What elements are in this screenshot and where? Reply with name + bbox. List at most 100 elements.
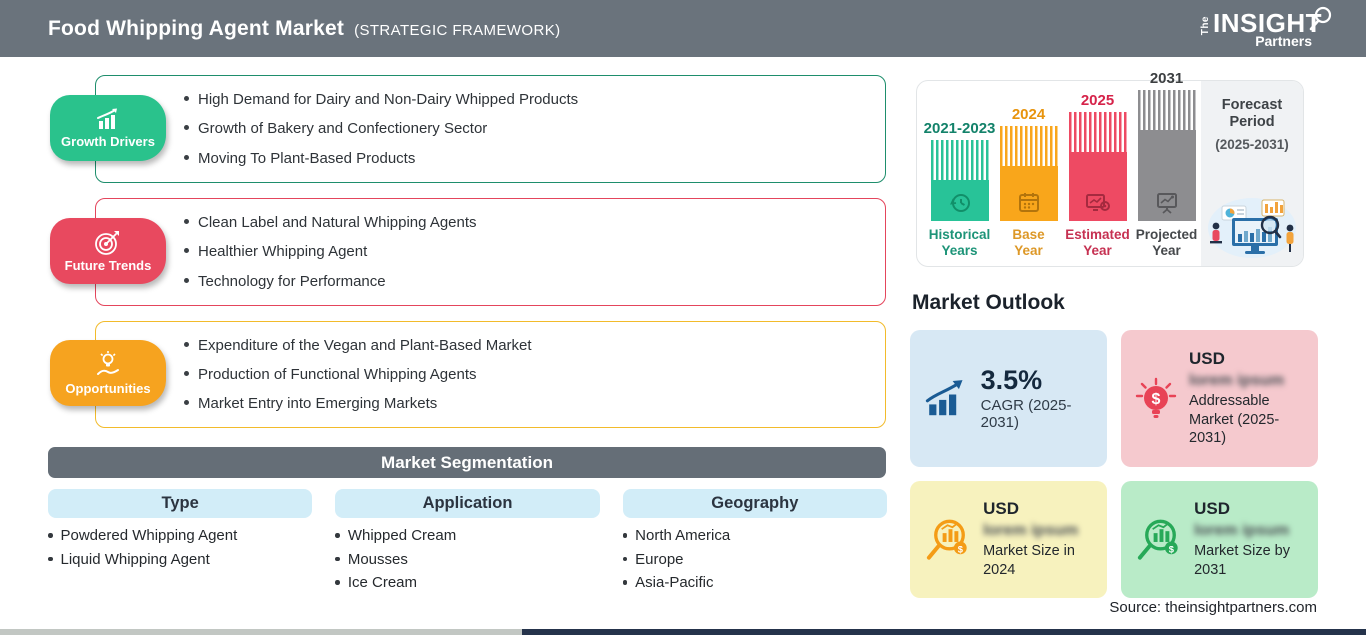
column-header: Geography <box>622 489 887 518</box>
caption-line1: Estimated <box>1065 227 1130 243</box>
bullet-text: Healthier Whipping Agent <box>198 243 368 261</box>
card-text: USD lorem ipsum Addressable Market (2025… <box>1189 349 1305 449</box>
list-item: Technology for Performance <box>184 273 885 290</box>
blurred-value: lorem ipsum <box>983 522 1079 540</box>
bar-body <box>1068 152 1127 222</box>
logo-main-text: INSIGHT Partners <box>1213 10 1322 48</box>
bar-striped-cap <box>1137 90 1196 131</box>
item-text: Asia-Pacific <box>635 574 714 591</box>
blurred-value: lorem ipsum <box>1189 371 1285 389</box>
bar-caption: Historical Years <box>929 227 991 259</box>
future-trends-badge: Future Trends <box>50 218 166 284</box>
svg-text:$: $ <box>1152 391 1161 408</box>
card-text: USD lorem ipsum Market Size by 2031 <box>1194 499 1308 580</box>
cagr-text: 3.5% CAGR (2025-2031) <box>980 365 1097 432</box>
segmentation-column-type: Type Powdered Whipping Agent Liquid Whip… <box>48 489 313 591</box>
logo-the-text: The <box>1200 15 1212 35</box>
bullet-dot <box>622 533 628 538</box>
cagr-label: CAGR (2025-2031) <box>980 397 1072 432</box>
bar-caption: Base Year <box>1012 227 1044 259</box>
market-segmentation-header: Market Segmentation <box>48 447 886 478</box>
list-item: Powdered Whipping Agent <box>48 527 312 544</box>
cagr-growth-icon <box>925 379 963 415</box>
header-titles: Food Whipping Agent Market (STRATEGIC FR… <box>48 17 561 41</box>
opportunities-box: Expenditure of the Vegan and Plant-Based… <box>95 321 886 428</box>
timeline-panel: Forecast Period (2025-2031) 2021-2023 Hi… <box>916 70 1304 267</box>
list-item: Expenditure of the Vegan and Plant-Based… <box>184 337 885 354</box>
market-size-2031-card: $ USD lorem ipsum Market Size by 2031 <box>1121 481 1318 598</box>
bullet-dot <box>184 370 189 376</box>
page-title: Food Whipping Agent Market <box>48 16 345 40</box>
bullet-dot <box>184 400 189 406</box>
caption-line2: Year <box>1152 243 1181 259</box>
segmentation-columns: Type Powdered Whipping Agent Liquid Whip… <box>48 489 887 591</box>
bullet-text: Production of Functional Whipping Agents <box>198 365 477 383</box>
caption-line1: Projected <box>1135 227 1198 243</box>
caption-line2: Year <box>1014 243 1043 259</box>
card-label: Addressable Market (2025-2031) <box>1189 392 1280 447</box>
bullet-text: Growth of Bakery and Confectionery Secto… <box>198 120 488 138</box>
bullet-dot <box>184 341 189 347</box>
forecast-period-panel: Forecast Period (2025-2031) <box>1201 81 1303 266</box>
bar-body <box>1137 130 1196 222</box>
column-list: Whipped Cream Mousses Ice Cream <box>335 527 599 591</box>
list-item: Liquid Whipping Agent <box>48 551 312 568</box>
bullet-dot <box>622 556 628 561</box>
bottom-strip-navy <box>522 629 1366 635</box>
forecast-line1: Forecast <box>1221 97 1283 113</box>
column-list: Powdered Whipping Agent Liquid Whipping … <box>48 527 312 568</box>
bullet-dot <box>48 556 53 561</box>
segmentation-column-application: Application Whipped Cream Mousses Ice Cr… <box>335 489 600 591</box>
card-label: Market Size in 2024 <box>983 543 1075 578</box>
bar-caption: Estimated Year <box>1065 227 1130 259</box>
timeline-bar-base: 2024 Base Year <box>999 106 1058 259</box>
bullet-dot <box>184 277 189 283</box>
calendar-icon <box>1018 193 1039 213</box>
currency-label: USD <box>1189 348 1225 368</box>
list-item: Europe <box>622 551 887 568</box>
target-icon <box>95 231 119 255</box>
list-item: Moving To Plant-Based Products <box>184 150 885 167</box>
forecast-illustration <box>1208 198 1296 258</box>
source-attribution: Source: theinsightpartners.com <box>1109 599 1317 616</box>
logo-partners-text: Partners <box>1255 32 1312 49</box>
timeline-bars: 2021-2023 Historical Years 2024 Base Yea… <box>924 70 1198 259</box>
list-item: Ice Cream <box>335 574 599 591</box>
badge-label: Future Trends <box>64 258 152 273</box>
infographic-page: Food Whipping Agent Market (STRATEGIC FR… <box>0 0 1366 635</box>
item-text: North America <box>635 527 731 544</box>
list-item: Healthier Whipping Agent <box>184 243 885 260</box>
bottom-strip-gray <box>0 629 522 635</box>
magnifier-icon <box>1309 6 1332 30</box>
bar-year-label: 2025 <box>1080 92 1115 110</box>
cagr-card: 3.5% CAGR (2025-2031) <box>910 330 1107 467</box>
growth-drivers-badge: Growth Drivers <box>50 95 166 161</box>
bulb-dollar-icon: $ <box>1135 377 1177 418</box>
bullet-text: Technology for Performance <box>198 272 386 290</box>
badge-label: Growth Drivers <box>61 134 155 149</box>
future-trends-box: Clean Label and Natural Whipping Agents … <box>95 198 886 306</box>
svg-text:$: $ <box>958 544 964 554</box>
bar-caption: Projected Year <box>1136 227 1198 259</box>
market-outlook-cards: 3.5% CAGR (2025-2031) $ USD lorem ipsum … <box>910 330 1318 598</box>
segmentation-title: Market Segmentation <box>381 452 553 472</box>
item-text: Liquid Whipping Agent <box>60 550 210 568</box>
logo-insight-text: INSIGHT <box>1213 7 1322 38</box>
card-label: Market Size by 2031 <box>1194 543 1290 578</box>
caption-line1: Historical <box>928 227 991 243</box>
caption-line2: Year <box>1083 243 1112 259</box>
bullet-text: Moving To Plant-Based Products <box>198 149 416 167</box>
bullet-dot <box>335 533 340 538</box>
item-text: Powdered Whipping Agent <box>60 527 238 544</box>
bullet-dot <box>335 580 340 585</box>
estimate-monitor-icon <box>1085 194 1110 212</box>
bullet-dot <box>622 580 628 585</box>
bar-striped-cap <box>1068 112 1127 153</box>
item-text: Whipped Cream <box>347 527 457 544</box>
market-size-2024-card: $ USD lorem ipsum Market Size in 2024 <box>910 481 1107 598</box>
bullet-dot <box>184 96 189 102</box>
caption-line1: Base <box>1012 227 1045 243</box>
bullet-dot <box>184 154 189 160</box>
list-item: Asia-Pacific <box>622 574 887 591</box>
svg-text:$: $ <box>1169 544 1175 554</box>
